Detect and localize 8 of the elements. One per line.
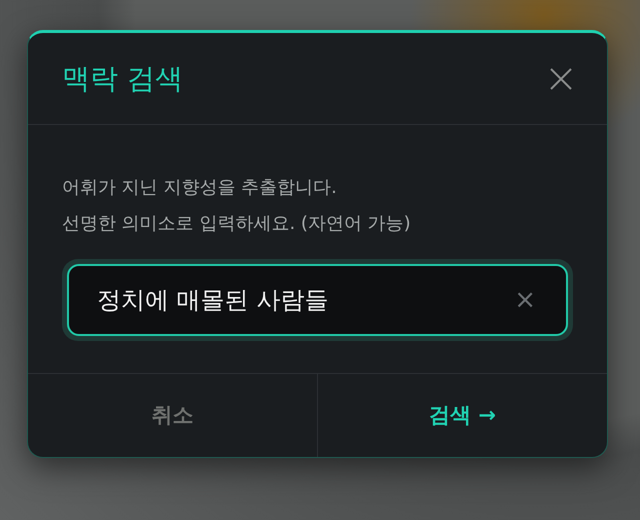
description-text: 선명한 의미소로 입력하세요. (자연어 가능)	[62, 212, 412, 236]
clear-button[interactable]: ×	[510, 287, 540, 313]
description-text: 어휘가 지닌 지향성을 추출합니다.	[62, 176, 338, 200]
search-field[interactable]: 정치에 매몰된 사람들 ×	[67, 264, 568, 336]
search-button[interactable]: 검색 →	[317, 374, 607, 457]
close-button[interactable]	[549, 66, 573, 90]
dialog-title: 맥락 검색	[62, 62, 183, 96]
close-icon	[549, 66, 573, 90]
